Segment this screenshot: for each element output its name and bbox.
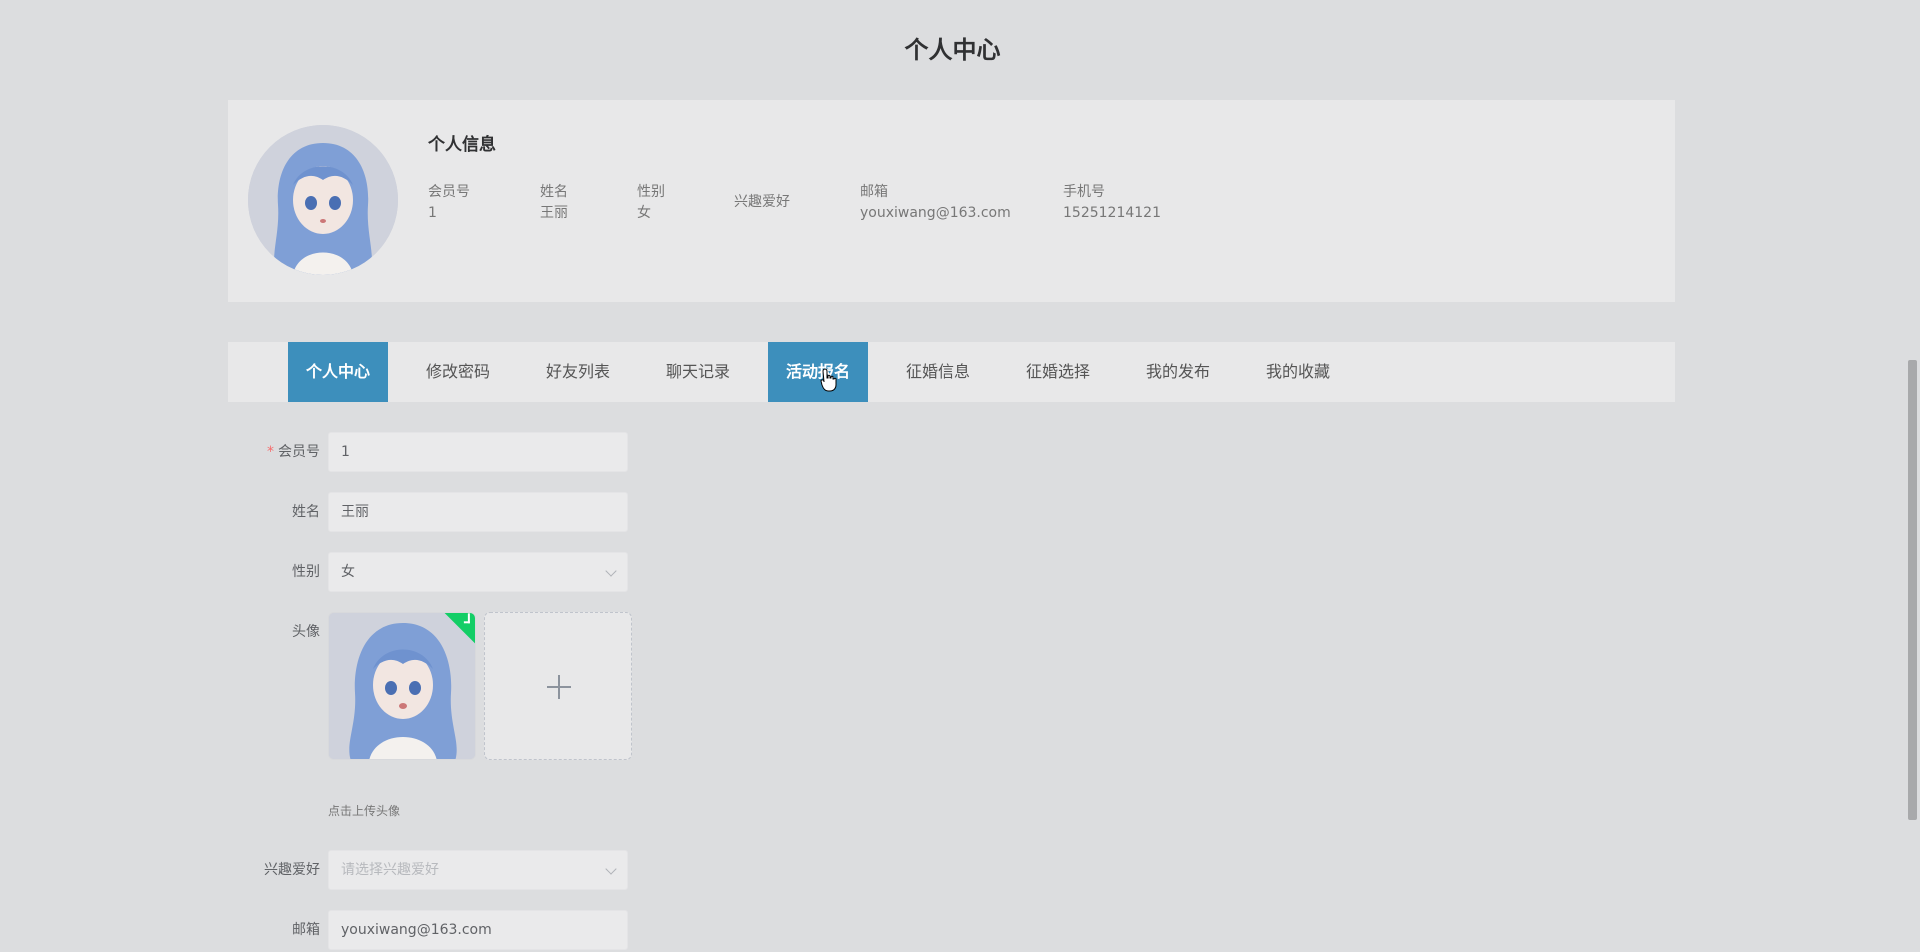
info-value: 王丽 [540, 205, 568, 221]
form-row-avatar-tip: 点击上传头像 [228, 802, 728, 822]
upload-add-button[interactable] [484, 612, 632, 760]
member-no-label-text: 会员号 [278, 444, 320, 460]
tab-activity-signup[interactable]: 活动报名 [768, 342, 868, 402]
info-email: 邮箱 youxiwang@163.com [860, 182, 1011, 224]
tab-friend-list[interactable]: 好友列表 [528, 342, 628, 402]
page-title: 个人中心 [904, 36, 1001, 64]
form-row-gender: 性别 女 [228, 552, 728, 592]
hobby-select-placeholder: 请选择兴趣爱好 [341, 862, 439, 878]
profile-avatar [248, 125, 398, 275]
form-row-avatar: 头像 [228, 612, 728, 760]
tab-marriage-info[interactable]: 征婚信息 [888, 342, 988, 402]
form-row-email: 邮箱 youxiwang@163.com [228, 910, 728, 950]
hobby-select[interactable]: 请选择兴趣爱好 [328, 850, 628, 890]
info-label: 兴趣爱好 [734, 194, 790, 210]
tab-personal-center[interactable]: 个人中心 [288, 342, 388, 402]
required-mark: * [267, 444, 274, 460]
gender-label: 性别 [292, 564, 320, 580]
info-value: 女 [637, 205, 651, 221]
form-row-hobby: 兴趣爱好 请选择兴趣爱好 [228, 850, 728, 890]
chevron-down-icon [605, 863, 617, 875]
info-value: youxiwang@163.com [860, 205, 1011, 221]
info-name: 姓名 王丽 [540, 182, 568, 224]
member-no-label: * 会员号 [228, 432, 320, 472]
tab-marriage-choice[interactable]: 征婚选择 [1008, 342, 1108, 402]
profile-card: 个人信息 会员号 1 姓名 王丽 性别 女 兴趣爱好 邮箱 youxiwang@… [228, 100, 1675, 302]
info-member-no: 会员号 1 [428, 182, 470, 224]
info-label: 性别 [637, 184, 665, 200]
info-label: 会员号 [428, 184, 470, 200]
uploaded-avatar-thumbnail[interactable] [328, 612, 476, 760]
email-label: 邮箱 [292, 922, 320, 938]
email-input[interactable]: youxiwang@163.com [328, 910, 628, 950]
gender-select[interactable]: 女 [328, 552, 628, 592]
gender-select-value: 女 [341, 564, 355, 580]
tab-change-password[interactable]: 修改密码 [408, 342, 508, 402]
form-row-name: 姓名 王丽 [228, 492, 728, 532]
profile-heading: 个人信息 [428, 135, 496, 155]
scrollbar-thumb[interactable] [1908, 360, 1917, 820]
info-value: 15251214121 [1063, 205, 1161, 221]
member-no-input[interactable]: 1 [328, 432, 628, 472]
info-label: 手机号 [1063, 184, 1105, 200]
page-scrollbar[interactable] [1905, 0, 1920, 952]
name-input[interactable]: 王丽 [328, 492, 628, 532]
upload-avatar-tip[interactable]: 点击上传头像 [328, 802, 400, 819]
info-value: 1 [428, 205, 437, 221]
tab-bar: 个人中心 修改密码 好友列表 聊天记录 活动报名 征婚信息 征婚选择 我的发布 … [228, 342, 1675, 402]
info-gender: 性别 女 [637, 182, 665, 224]
info-phone: 手机号 15251214121 [1063, 182, 1161, 224]
tab-my-posts[interactable]: 我的发布 [1128, 342, 1228, 402]
tab-my-favorites[interactable]: 我的收藏 [1248, 342, 1348, 402]
hobby-label: 兴趣爱好 [264, 862, 320, 878]
avatar-label: 头像 [292, 624, 320, 640]
chevron-down-icon [605, 565, 617, 577]
form-row-member-no: * 会员号 1 [228, 432, 728, 472]
name-label: 姓名 [292, 504, 320, 520]
info-label: 姓名 [540, 184, 568, 200]
plus-icon-vertical [558, 675, 560, 699]
hand-cursor-icon [820, 368, 838, 396]
info-hobby: 兴趣爱好 [734, 192, 790, 213]
check-icon [463, 613, 470, 624]
tab-chat-history[interactable]: 聊天记录 [648, 342, 748, 402]
info-label: 邮箱 [860, 184, 888, 200]
